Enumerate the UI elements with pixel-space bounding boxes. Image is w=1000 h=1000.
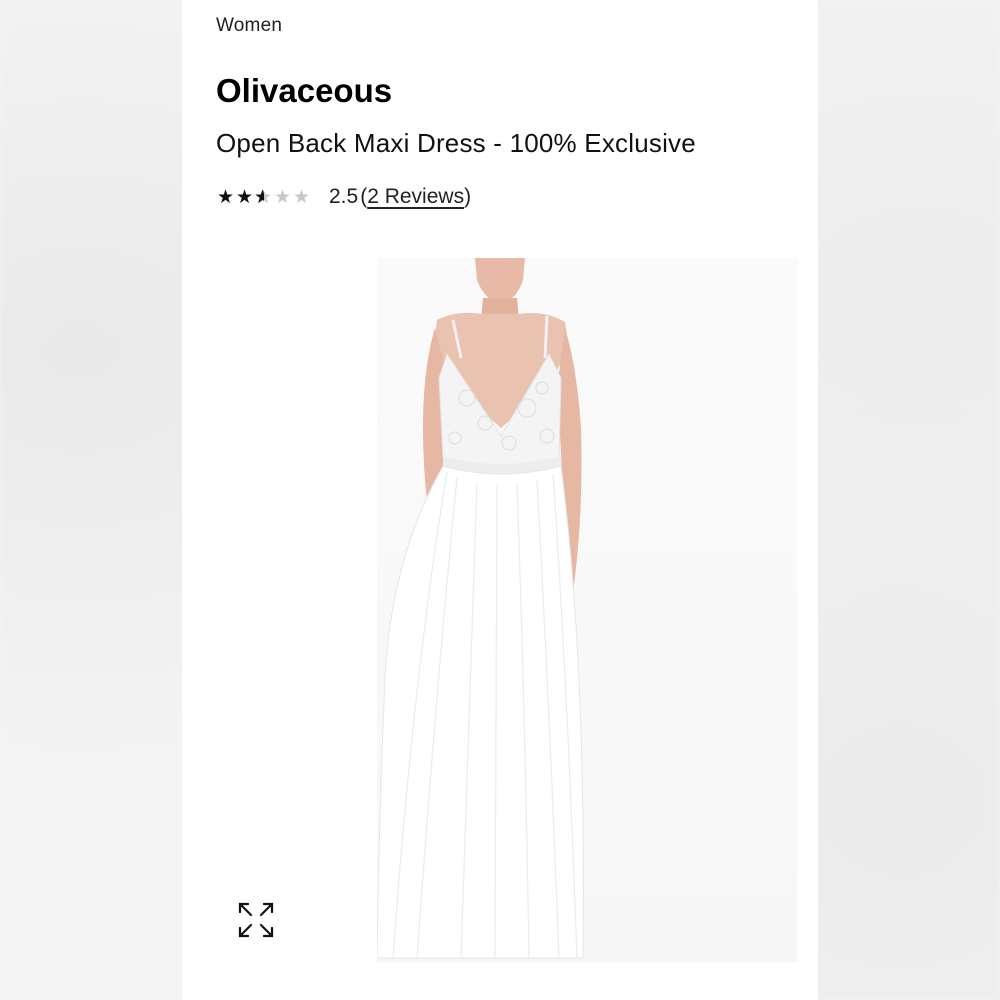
expand-image-button[interactable] bbox=[236, 900, 276, 940]
brand-name[interactable]: Olivaceous bbox=[216, 72, 392, 110]
expand-icon bbox=[238, 902, 274, 938]
star-icon: ★ bbox=[235, 186, 254, 208]
rating-row: ★★★★★ 2.5 (2 Reviews) bbox=[216, 182, 471, 212]
dress-illustration bbox=[377, 258, 584, 959]
star-icon: ★ bbox=[292, 186, 311, 208]
star-icon: ★ bbox=[254, 188, 273, 207]
reviews-close-paren: ) bbox=[464, 185, 472, 208]
reviews-open-paren: ( bbox=[360, 185, 368, 208]
product-card: Women Olivaceous Open Back Maxi Dress - … bbox=[182, 0, 818, 1000]
star-icon: ★ bbox=[273, 186, 292, 208]
star-icon: ★ bbox=[216, 186, 235, 208]
product-image[interactable] bbox=[377, 258, 797, 963]
breadcrumb[interactable]: Women bbox=[216, 15, 282, 37]
reviews-link[interactable]: 2 Reviews bbox=[367, 185, 464, 209]
rating-value: 2.5 bbox=[329, 185, 359, 208]
star-rating: ★ ★ ★ ★ ★ bbox=[216, 188, 311, 207]
product-title: Open Back Maxi Dress - 100% Exclusive bbox=[216, 128, 696, 158]
